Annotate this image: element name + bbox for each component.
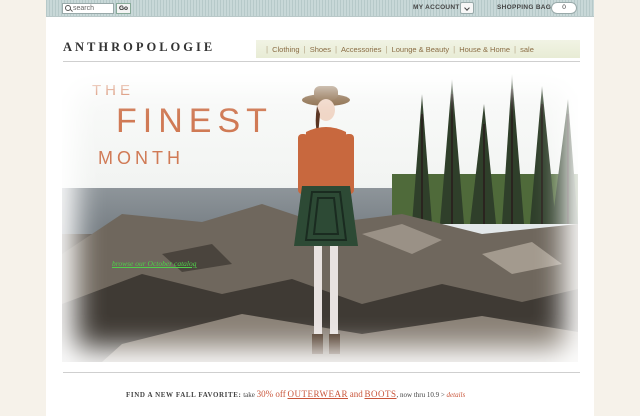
bag-count-badge[interactable]: 0 bbox=[551, 2, 577, 14]
main-nav: | Clothing | Shoes | Accessories | Loung… bbox=[256, 40, 580, 58]
promo-lead: FIND A NEW FALL FAVORITE: bbox=[126, 391, 242, 399]
outerwear-link[interactable]: OUTERWEAR bbox=[288, 389, 349, 399]
page: search Go MY ACCOUNT SHOPPING BAG 0 ANTH… bbox=[46, 0, 594, 416]
nav-item-house-home[interactable]: House & Home bbox=[459, 45, 510, 54]
hero-title-line3: MONTH bbox=[98, 148, 184, 168]
hero-banner[interactable]: THE FINEST MONTH browse our October cata… bbox=[62, 74, 578, 362]
promo-and: and bbox=[349, 389, 363, 399]
promo-banner[interactable]: FIND A NEW FALL FAVORITE: take 30% off O… bbox=[126, 389, 465, 399]
brand-logo[interactable]: ANTHROPOLOGIE bbox=[63, 40, 215, 55]
promo-percent: 30% off bbox=[256, 389, 286, 399]
divider bbox=[63, 372, 580, 373]
promo-tail: , now thru 10.9 > bbox=[396, 391, 445, 399]
my-account-link[interactable]: MY ACCOUNT bbox=[413, 4, 460, 11]
divider bbox=[63, 61, 580, 62]
browse-catalog-link[interactable]: browse our October catalog bbox=[112, 259, 197, 268]
boots-link[interactable]: BOOTS bbox=[365, 389, 397, 399]
nav-item-lounge-beauty[interactable]: Lounge & Beauty bbox=[392, 45, 450, 54]
hero-title-line1: THE bbox=[92, 82, 134, 99]
left-margin bbox=[0, 0, 46, 416]
model-figure bbox=[294, 86, 358, 354]
utility-bar: search Go MY ACCOUNT SHOPPING BAG 0 bbox=[46, 0, 594, 17]
promo-take: take bbox=[243, 391, 255, 399]
chevron-down-icon[interactable] bbox=[460, 2, 474, 14]
hero-title-line2: FINEST bbox=[116, 102, 273, 140]
search-icon bbox=[65, 5, 71, 11]
shopping-bag-link[interactable]: SHOPPING BAG bbox=[497, 4, 551, 11]
right-margin bbox=[594, 0, 640, 416]
nav-item-accessories[interactable]: Accessories bbox=[341, 45, 381, 54]
go-button[interactable]: Go bbox=[116, 3, 131, 14]
details-link[interactable]: details bbox=[447, 391, 466, 399]
nav-item-clothing[interactable]: Clothing bbox=[272, 45, 300, 54]
nav-item-shoes[interactable]: Shoes bbox=[310, 45, 331, 54]
nav-item-sale[interactable]: sale bbox=[520, 45, 534, 54]
